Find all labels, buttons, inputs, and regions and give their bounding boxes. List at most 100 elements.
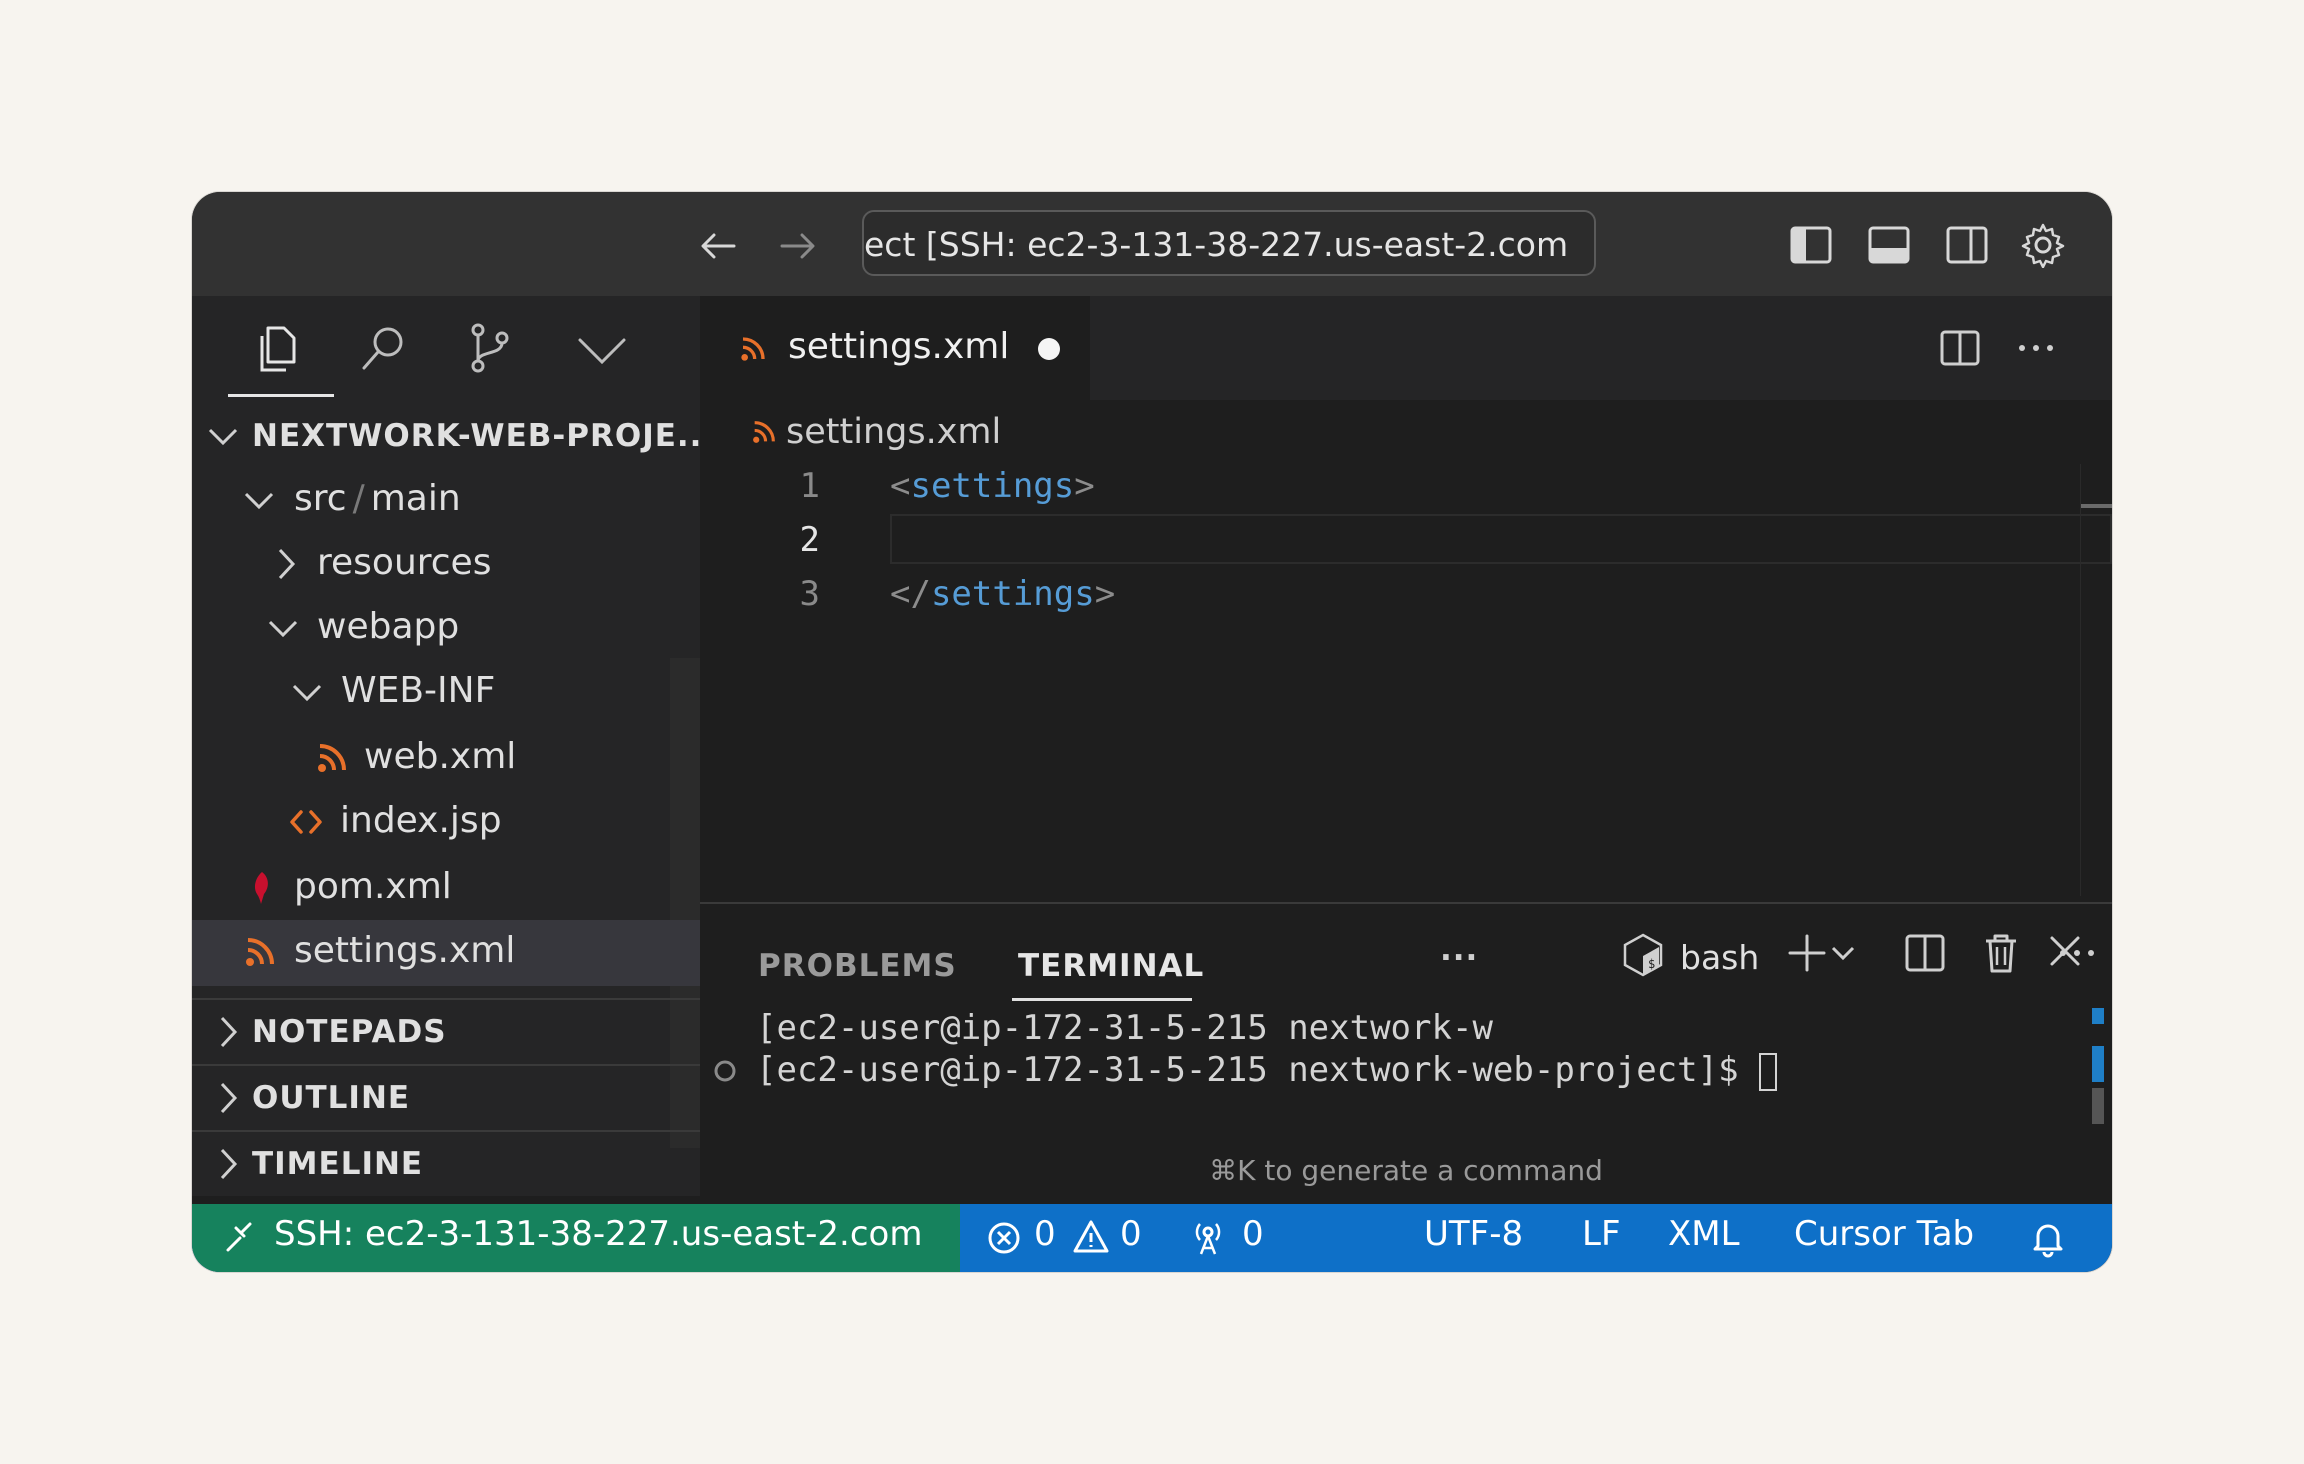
active-view-indicator xyxy=(228,394,334,397)
section-timeline[interactable]: TIMELINE xyxy=(192,1130,700,1196)
explorer-icon[interactable] xyxy=(248,318,308,378)
error-icon xyxy=(988,1222,1020,1254)
bell-icon[interactable] xyxy=(2028,1218,2068,1258)
warning-count[interactable]: 0 xyxy=(1120,1214,1142,1254)
toggle-secondary-sidebar-icon[interactable] xyxy=(1944,222,1990,268)
workspace-root-header[interactable]: NEXTWORK-WEB-PROJE... xyxy=(192,404,714,468)
tab-settings-xml[interactable]: settings.xml xyxy=(700,296,1090,400)
arrow-left-icon[interactable] xyxy=(696,224,740,268)
trash-icon[interactable] xyxy=(1978,930,2024,976)
tab-problems[interactable]: PROBLEMS xyxy=(758,948,957,984)
terminal-prompt-line: [ec2-user@ip-172-31-5-215 nextwork-web-p… xyxy=(756,1050,1778,1091)
section-label: NOTEPADS xyxy=(252,1014,447,1050)
chevron-right-icon xyxy=(220,1082,238,1114)
terminal-scroll-marker xyxy=(2092,1046,2104,1082)
toggle-panel-icon[interactable] xyxy=(1866,222,1912,268)
split-editor-icon[interactable] xyxy=(1938,326,1982,370)
terminal-line: [ec2-user@ip-172-31-5-215 nextwork-w xyxy=(756,1008,1493,1048)
svg-text:$: $ xyxy=(1648,957,1655,971)
code-line[interactable]: 1 <settings> xyxy=(700,460,2112,512)
tag-bracket: </ xyxy=(890,574,931,614)
split-terminal-icon[interactable] xyxy=(1902,930,1948,976)
tree-item-web-inf[interactable]: WEB-INF xyxy=(192,660,700,724)
tree-item-label: main xyxy=(370,478,461,519)
chevron-right-icon xyxy=(220,1016,238,1048)
line-number: 2 xyxy=(799,520,820,560)
more-actions-icon[interactable] xyxy=(2014,326,2058,370)
source-control-icon[interactable] xyxy=(460,318,520,378)
new-terminal-icon[interactable] xyxy=(1784,930,1830,976)
error-count[interactable]: 0 xyxy=(1034,1214,1056,1254)
minimap-slider xyxy=(2081,504,2112,508)
tag-bracket: < xyxy=(890,466,911,506)
tree-item-src-main[interactable]: src / main xyxy=(192,468,700,532)
chevron-right-icon xyxy=(278,548,296,580)
minimap[interactable] xyxy=(2080,464,2112,896)
toggle-primary-sidebar-icon[interactable] xyxy=(1788,222,1834,268)
section-notepads[interactable]: NOTEPADS xyxy=(192,998,700,1064)
ports-count[interactable]: 0 xyxy=(1242,1214,1264,1254)
cursor-tab[interactable]: Cursor Tab xyxy=(1794,1214,1974,1254)
rss-xml-icon xyxy=(318,744,346,772)
terminal-scrollbar[interactable] xyxy=(2092,1088,2104,1124)
tree-item-label: settings.xml xyxy=(294,930,516,971)
command-status-circle-icon xyxy=(714,1060,736,1082)
tree-item-label: pom.xml xyxy=(294,866,452,907)
chevron-down-icon xyxy=(208,428,238,446)
chevron-right-icon xyxy=(220,1148,238,1180)
tab-terminal[interactable]: TERMINAL xyxy=(1018,948,1204,984)
bash-shell-icon: $ xyxy=(1623,933,1663,977)
line-number: 3 xyxy=(799,574,820,614)
encoding[interactable]: UTF-8 xyxy=(1424,1214,1523,1254)
tree-item-label: src xyxy=(294,478,347,519)
maven-feather-icon xyxy=(254,872,268,904)
command-center-search[interactable]: ect [SSH: ec2-3-131-38-227.us-east-2.com xyxy=(862,210,1596,276)
explorer-sidebar: NEXTWORK-WEB-PROJE... src / main resources… xyxy=(192,296,714,1196)
workspace-root-label: NEXTWORK-WEB-PROJE... xyxy=(252,418,716,454)
editor-area: settings.xml settings.xml 1 <settings> 2… xyxy=(700,296,2112,896)
tag-name: settings xyxy=(910,466,1075,506)
tree-item-resources[interactable]: resources xyxy=(192,532,700,596)
tree-item-pom-xml[interactable]: pom.xml xyxy=(192,856,700,920)
tag-name: settings xyxy=(930,574,1095,614)
tree-item-settings-xml[interactable]: settings.xml xyxy=(192,920,700,986)
code-line-current[interactable]: 2 xyxy=(700,514,2112,566)
arrow-right-icon[interactable] xyxy=(776,224,820,268)
remote-connection-icon xyxy=(226,1222,252,1252)
tab-label: settings.xml xyxy=(788,326,1010,367)
close-panel-icon[interactable] xyxy=(2042,928,2088,974)
editor-window: ect [SSH: ec2-3-131-38-227.us-east-2.com xyxy=(192,192,2112,1272)
tree-item-index-jsp[interactable]: index.jsp xyxy=(192,790,700,854)
settings-gear-icon[interactable] xyxy=(2020,222,2066,268)
terminal-prompt: [ec2-user@ip-172-31-5-215 nextwork-web-p… xyxy=(756,1050,1760,1090)
breadcrumb[interactable]: settings.xml xyxy=(753,412,1002,452)
section-label: OUTLINE xyxy=(252,1080,411,1116)
remote-indicator[interactable]: SSH: ec2-3-131-38-227.us-east-2.com xyxy=(192,1204,960,1272)
status-bar: SSH: ec2-3-131-38-227.us-east-2.com 0 0 … xyxy=(192,1204,2112,1272)
code-line[interactable]: 3 </settings> xyxy=(700,568,2112,620)
rss-xml-icon xyxy=(741,337,765,361)
tag-bracket: > xyxy=(1074,466,1095,506)
chevron-down-icon[interactable] xyxy=(572,318,632,378)
current-line-highlight xyxy=(890,514,2112,564)
chevron-down-icon xyxy=(268,620,298,638)
terminal-scroll-marker xyxy=(2092,1008,2104,1024)
rss-xml-icon xyxy=(246,938,274,966)
chevron-down-icon[interactable] xyxy=(1828,930,1858,976)
tree-item-label: webapp xyxy=(317,606,460,647)
language-mode[interactable]: XML xyxy=(1668,1214,1740,1254)
tree-item-web-xml[interactable]: web.xml xyxy=(192,726,700,790)
section-outline[interactable]: OUTLINE xyxy=(192,1064,700,1130)
tree-item-label: resources xyxy=(317,542,492,583)
unsaved-dot-icon[interactable] xyxy=(1038,338,1060,360)
breadcrumb-file: settings.xml xyxy=(786,412,1002,452)
tree-item-webapp[interactable]: webapp xyxy=(192,596,700,660)
shell-label[interactable]: bash xyxy=(1680,938,1759,977)
remote-label: SSH: ec2-3-131-38-227.us-east-2.com xyxy=(274,1214,923,1254)
panel-more-tabs-icon[interactable]: ··· xyxy=(1440,940,1478,976)
section-label: TIMELINE xyxy=(252,1146,424,1182)
end-of-line[interactable]: LF xyxy=(1582,1214,1621,1254)
search-icon[interactable] xyxy=(354,318,414,378)
generate-command-hint: ⌘K to generate a command xyxy=(1209,1154,1603,1187)
tree-item-label: index.jsp xyxy=(340,800,502,841)
